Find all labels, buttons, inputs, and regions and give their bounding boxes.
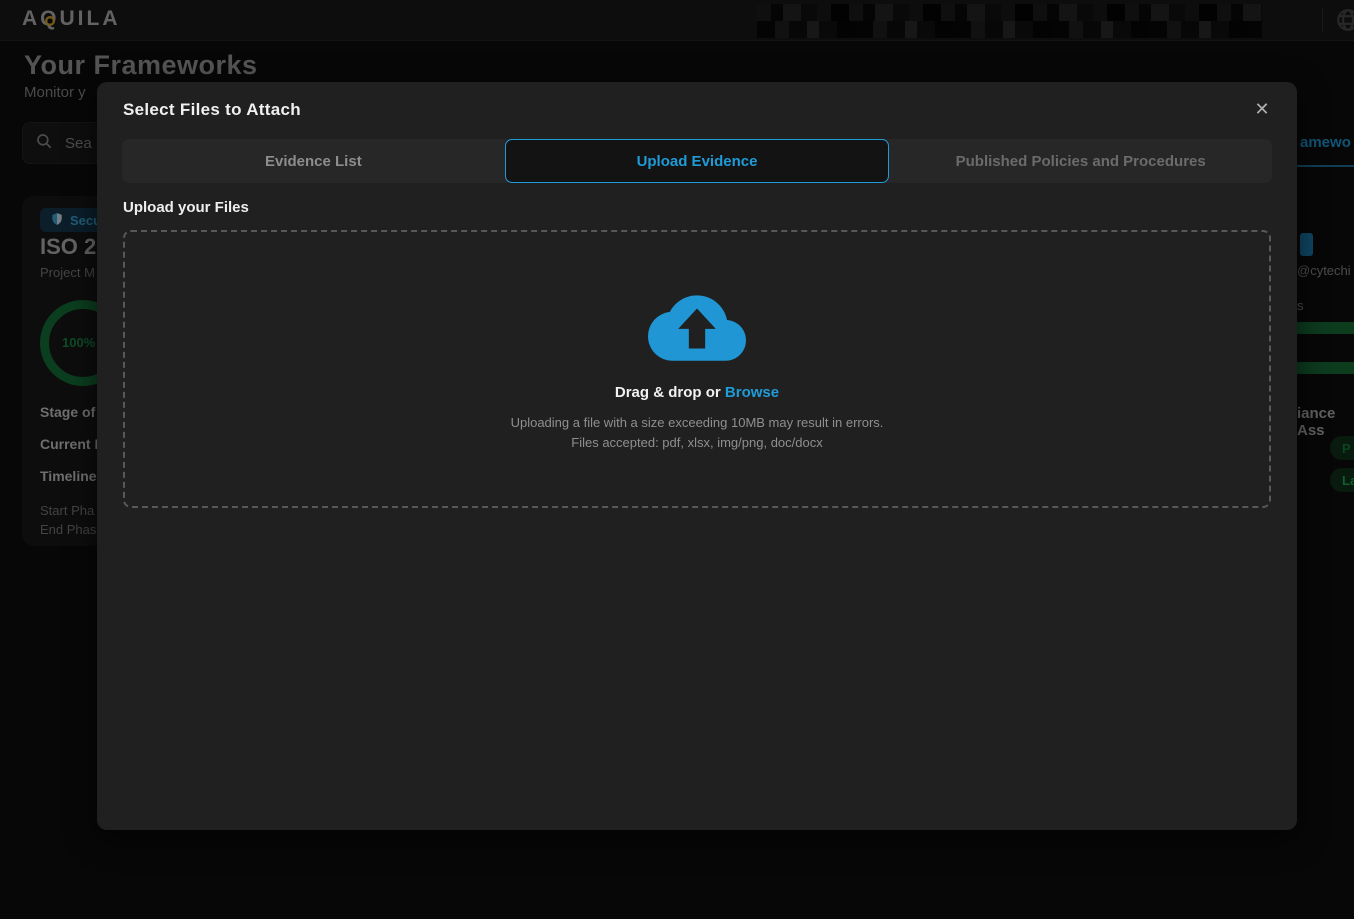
upload-section-label: Upload your Files [123,199,249,216]
select-files-modal: Select Files to Attach ✕ Evidence List U… [97,82,1297,830]
tab-published-policies[interactable]: Published Policies and Procedures [889,139,1272,183]
file-dropzone[interactable]: Drag & drop or Browse Uploading a file w… [123,230,1271,508]
modal-tabbar: Evidence List Upload Evidence Published … [122,139,1272,183]
size-limit-hint: Uploading a file with a size exceeding 1… [511,413,884,433]
file-types-hint: Files accepted: pdf, xlsx, img/png, doc/… [511,433,884,453]
browse-link[interactable]: Browse [725,384,779,401]
tab-evidence-list[interactable]: Evidence List [122,139,505,183]
drag-drop-text: Drag & drop or Browse [615,384,779,401]
cloud-upload-icon [648,285,746,370]
close-icon[interactable]: ✕ [1247,94,1277,124]
modal-title: Select Files to Attach [123,100,301,120]
tab-upload-evidence[interactable]: Upload Evidence [505,139,890,183]
upload-hints: Uploading a file with a size exceeding 1… [511,413,884,453]
